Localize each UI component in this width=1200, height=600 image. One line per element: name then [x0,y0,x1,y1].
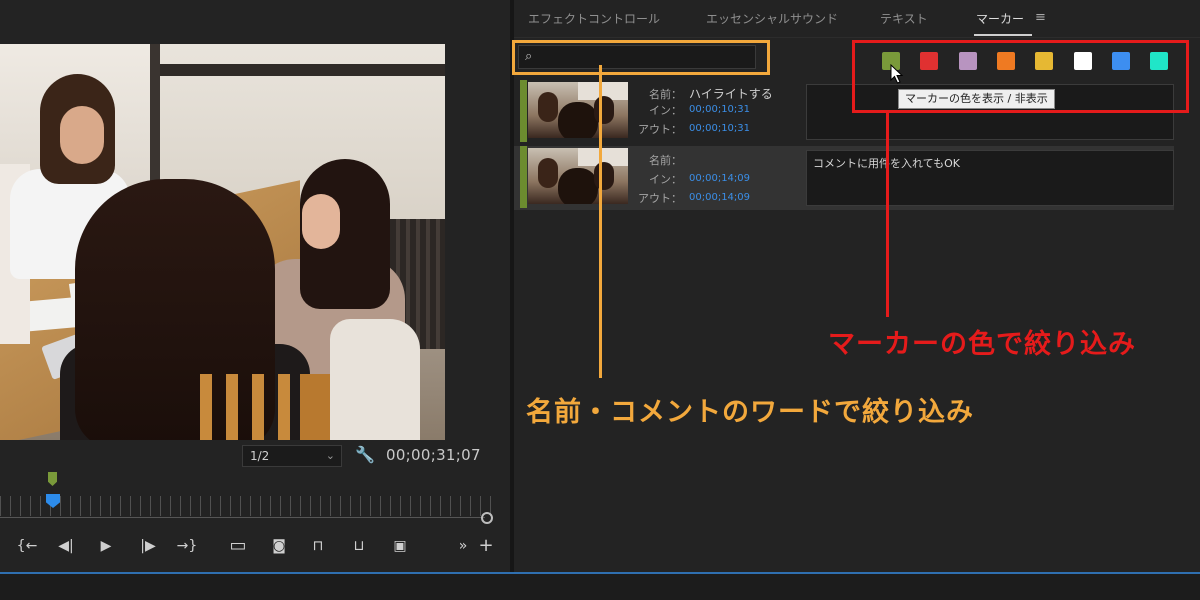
wrench-icon[interactable]: 🔧 [355,445,375,465]
panel-menu-icon[interactable]: ≡ [1035,10,1046,25]
marker-in-timecode[interactable]: 00;00;10;31 [689,104,750,115]
zoom-scroll-handle[interactable] [481,512,493,524]
marker-comment[interactable]: コメントに用件を入れてもOK [806,150,1174,206]
step-forward-button[interactable]: |▶ [136,534,160,558]
marker-in-label: イン： [649,104,682,117]
annotation-color-highlight [852,40,1189,113]
bottom-panel [0,574,1200,600]
monitor-controls: 1/2 ⌄ 🔧 00;00;31;07 {← ◀| ▶ |▶ →} ▭ ◙ ⊓ … [0,440,510,572]
video-person-face [60,106,104,164]
comparison-view-button[interactable]: ▣ [388,534,412,558]
marker-out-label: アウト： [638,123,682,136]
annotation-search-note: 名前・コメントのワードで絞り込み [526,397,974,428]
marker-name-label: 名前： [649,154,682,167]
marker-out-timecode[interactable]: 00;00;10;31 [689,123,750,134]
playhead-timecode: 00;00;31;07 [386,446,481,464]
go-to-out-button[interactable]: →} [174,534,200,558]
marker-thumbnail [528,148,628,204]
zoom-scroll-track[interactable] [0,517,485,518]
more-controls-button[interactable]: » [455,534,471,558]
safe-margins-button[interactable]: ▭ [226,534,250,558]
tab-essential-sound[interactable]: エッセンシャルサウンド [706,10,838,27]
premiere-workspace: 1/2 ⌄ 🔧 00;00;31;07 {← ◀| ▶ |▶ →} ▭ ◙ ⊓ … [0,0,1200,600]
time-ruler[interactable] [0,496,495,516]
annotation-color-pointer [886,112,889,317]
program-monitor: 1/2 ⌄ 🔧 00;00;31;07 {← ◀| ▶ |▶ →} ▭ ◙ ⊓ … [0,0,510,572]
marker-color-strip [520,80,527,142]
panel-tabs: エフェクトコントロール エッセンシャルサウンド テキスト マーカー ≡ [514,0,1200,38]
chevron-down-icon: ⌄ [325,449,335,462]
extract-button[interactable]: ⊔ [346,534,372,558]
mark-in-button[interactable]: {← [14,534,40,558]
marker-in-label: イン： [649,173,682,186]
button-editor-button[interactable]: + [478,534,494,558]
lift-button[interactable]: ⊓ [306,534,330,558]
annotation-search-pointer [599,65,602,378]
transport-controls: {← ◀| ▶ |▶ →} ▭ ◙ ⊓ ⊔ ▣ » + [0,534,510,558]
active-tab-indicator [974,34,1032,36]
marker-row-selected[interactable]: 名前： イン： 00;00;14;09 アウト： 00;00;14;09 コメン… [514,146,1174,210]
tab-text[interactable]: テキスト [880,10,928,27]
play-button[interactable]: ▶ [96,534,116,558]
marker-out-label: アウト： [638,192,682,205]
tab-effect-controls[interactable]: エフェクトコントロール [528,10,660,27]
marker-name-label: 名前： [649,88,682,101]
export-frame-button[interactable]: ◙ [268,534,290,558]
video-chair [300,374,330,440]
annotation-color-note: マーカーの色で絞り込み [828,329,1136,360]
video-person-face [302,194,340,249]
marker-thumbnail [528,82,628,138]
resolution-select[interactable]: 1/2 ⌄ [242,445,342,467]
marker-name[interactable]: ハイライトする [689,85,773,102]
marker-color-strip [520,146,527,208]
marker-in-timecode[interactable]: 00;00;14;09 [689,173,750,184]
marker-out-timecode[interactable]: 00;00;14;09 [689,192,750,203]
annotation-search-highlight [512,40,770,75]
marker-flag-icon[interactable] [48,472,57,486]
resolution-value: 1/2 [250,449,270,463]
video-jacket [330,319,420,440]
step-back-button[interactable]: ◀| [54,534,78,558]
tab-markers[interactable]: マーカー [976,10,1024,27]
video-preview[interactable] [0,44,445,440]
